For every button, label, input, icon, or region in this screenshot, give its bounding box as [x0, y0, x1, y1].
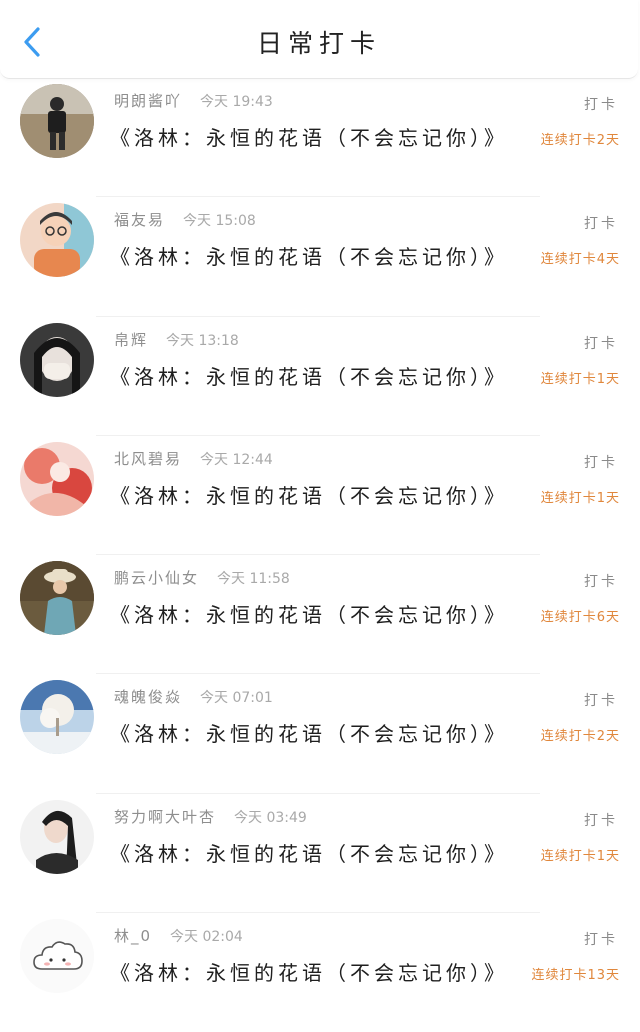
user-name[interactable]: 努力啊大叶杏 — [114, 808, 216, 826]
post-text[interactable]: 《洛林：永恒的花语（不会忘记你）》 — [110, 718, 508, 747]
avatar[interactable] — [20, 203, 94, 278]
list-item[interactable]: 鹏云小仙女 今天 11:58 打卡 《洛林：永恒的花语（不会忘记你）》 连续打卡6… — [0, 555, 640, 675]
timestamp: 今天 13:18 — [166, 332, 239, 349]
avatar[interactable] — [20, 919, 94, 994]
streak-badge: 连续打卡6天 — [540, 610, 620, 626]
streak-badge: 连续打卡13天 — [531, 968, 620, 984]
checkin-label: 打卡 — [584, 97, 618, 113]
list-item[interactable]: 帛辉 今天 13:18 打卡 《洛林：永恒的花语（不会忘记你）》 连续打卡1天 — [0, 317, 640, 436]
checkin-label: 打卡 — [584, 335, 618, 352]
checkin-label: 打卡 — [584, 932, 618, 949]
post-text[interactable]: 《洛林：永恒的花语（不会忘记你）》 — [110, 599, 508, 628]
post-text[interactable]: 《洛林：永恒的花语（不会忘记你）》 — [110, 122, 508, 151]
post-text[interactable]: 《洛林：永恒的花语（不会忘记你）》 — [110, 241, 508, 270]
avatar[interactable] — [20, 322, 94, 397]
list-item[interactable]: 北风碧易 今天 12:44 打卡 《洛林：永恒的花语（不会忘记你）》 连续打卡1天 — [0, 436, 640, 556]
checkin-label: 打卡 — [584, 574, 618, 591]
timestamp: 今天 19:43 — [200, 94, 273, 110]
item-meta: 鹏云小仙女 今天 11:58 — [114, 567, 290, 588]
avatar[interactable] — [20, 561, 94, 636]
user-name[interactable]: 明朗酱吖 — [114, 92, 182, 110]
item-meta: 明朗酱吖 今天 19:43 — [114, 90, 273, 111]
list-item[interactable]: 福友易 今天 15:08 打卡 《洛林：永恒的花语（不会忘记你）》 连续打卡4天 — [0, 197, 640, 317]
list-item[interactable]: 魂魄俊焱 今天 07:01 打卡 《洛林：永恒的花语（不会忘记你）》 连续打卡2天 — [0, 674, 640, 794]
checkin-list: 明朗酱吖 今天 19:43 打卡 《洛林：永恒的花语（不会忘记你）》 连续打卡2天… — [0, 78, 640, 1032]
timestamp: 今天 03:49 — [234, 809, 307, 826]
streak-badge: 连续打卡4天 — [540, 252, 620, 268]
item-meta: 北风碧易 今天 12:44 — [114, 448, 273, 469]
avatar[interactable] — [20, 799, 94, 874]
user-name[interactable]: 林_0 — [114, 927, 152, 945]
streak-badge: 连续打卡1天 — [540, 848, 620, 864]
post-text[interactable]: 《洛林：永恒的花语（不会忘记你）》 — [110, 361, 508, 390]
streak-badge: 连续打卡1天 — [540, 371, 620, 387]
checkin-label: 打卡 — [584, 454, 618, 471]
timestamp: 今天 02:04 — [170, 929, 243, 946]
post-text[interactable]: 《洛林：永恒的花语（不会忘记你）》 — [110, 838, 508, 867]
avatar[interactable] — [20, 680, 94, 755]
list-item[interactable]: 明朗酱吖 今天 19:43 打卡 《洛林：永恒的花语（不会忘记你）》 连续打卡2天 — [0, 78, 640, 198]
user-name[interactable]: 北风碧易 — [114, 450, 182, 468]
checkin-label: 打卡 — [584, 693, 618, 710]
post-text[interactable]: 《洛林：永恒的花语（不会忘记你）》 — [110, 480, 508, 509]
checkin-label: 打卡 — [584, 216, 618, 233]
item-meta: 林_0 今天 02:04 — [114, 925, 243, 946]
timestamp: 今天 12:44 — [200, 451, 273, 468]
timestamp: 今天 15:08 — [183, 213, 256, 230]
avatar[interactable] — [20, 84, 94, 158]
timestamp: 今天 11:58 — [217, 571, 290, 588]
user-name[interactable]: 帛辉 — [114, 331, 148, 349]
post-text[interactable]: 《洛林：永恒的花语（不会忘记你）》 — [110, 957, 508, 986]
user-name[interactable]: 福友易 — [114, 211, 165, 229]
streak-badge: 连续打卡2天 — [540, 729, 620, 745]
page-title: 日常打卡 — [256, 29, 381, 58]
user-name[interactable]: 鹏云小仙女 — [114, 569, 199, 587]
timestamp: 今天 07:01 — [200, 690, 273, 707]
list-item[interactable]: 林_0 今天 02:04 打卡 《洛林：永恒的花语（不会忘记你）》 连续打卡13天 — [0, 913, 640, 1032]
checkin-label: 打卡 — [584, 812, 618, 829]
cloud-avatar-icon — [20, 919, 94, 994]
list-item[interactable]: 努力啊大叶杏 今天 03:49 打卡 《洛林：永恒的花语（不会忘记你）》 连续打卡… — [0, 794, 640, 914]
streak-badge: 连续打卡2天 — [540, 133, 620, 148]
user-name[interactable]: 魂魄俊焱 — [114, 688, 182, 706]
item-meta: 魂魄俊焱 今天 07:01 — [114, 686, 273, 707]
item-meta: 帛辉 今天 13:18 — [114, 329, 239, 350]
item-meta: 福友易 今天 15:08 — [114, 209, 256, 230]
avatar[interactable] — [20, 441, 94, 516]
header-bar: 日常打卡 — [0, 0, 638, 79]
item-meta: 努力啊大叶杏 今天 03:49 — [114, 806, 307, 827]
streak-badge: 连续打卡1天 — [540, 490, 620, 506]
